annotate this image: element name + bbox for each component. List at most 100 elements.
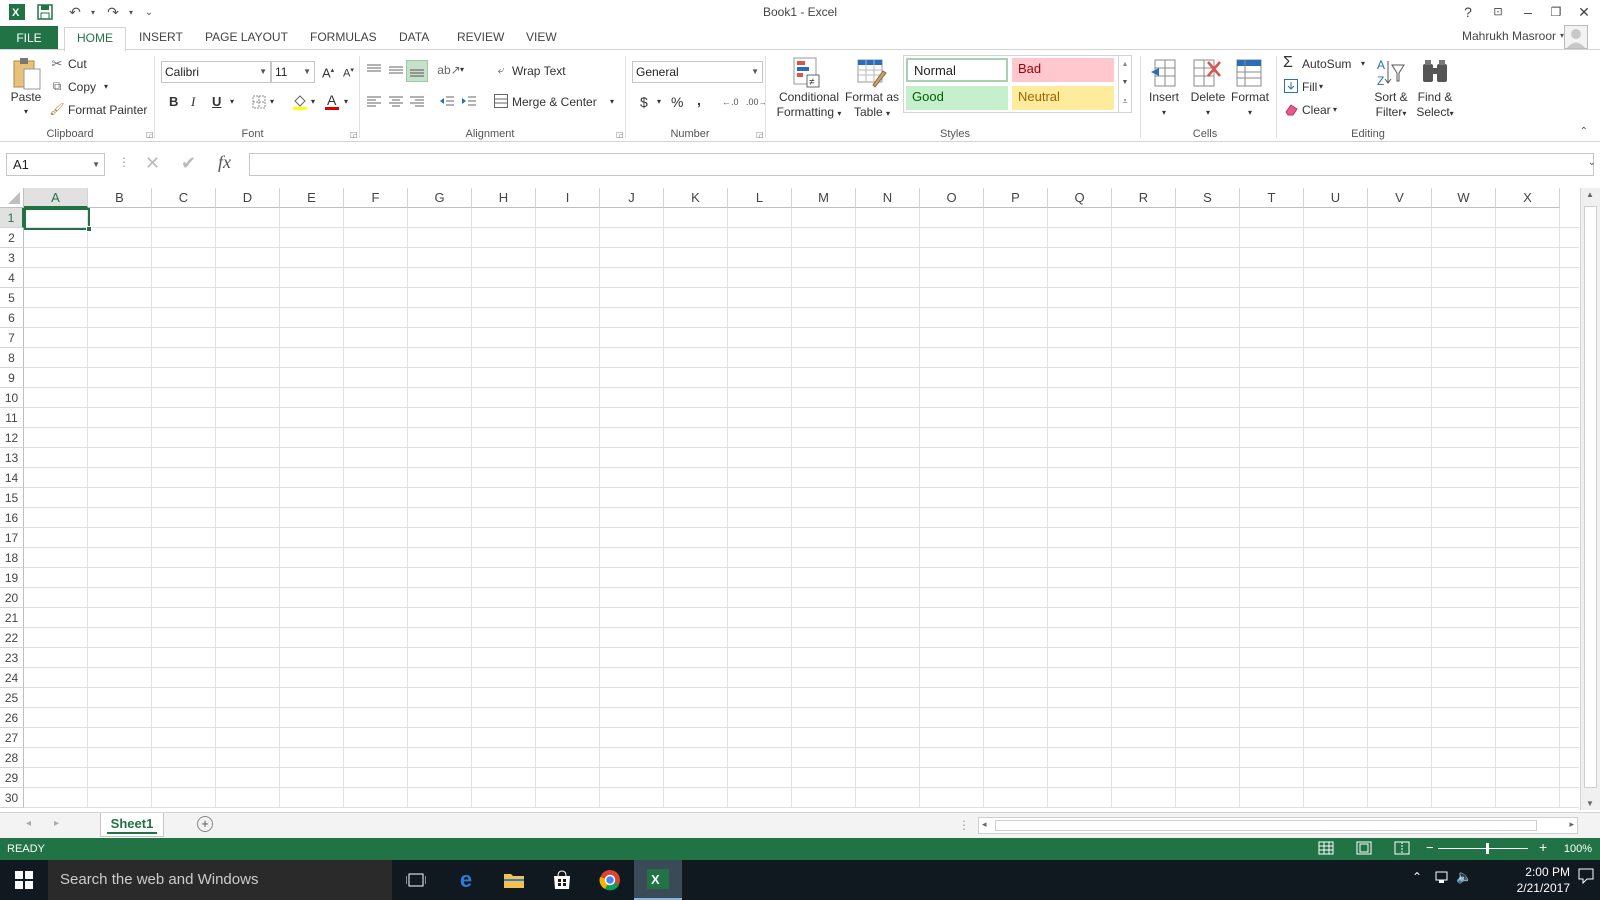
windows-start-icon[interactable] <box>0 860 48 900</box>
style-normal[interactable]: Normal <box>906 58 1008 82</box>
format-as-table-label-1[interactable]: Format as <box>842 90 902 105</box>
middle-align-icon[interactable] <box>387 62 405 78</box>
name-box[interactable]: A1 ▼ <box>6 153 105 176</box>
restore-button[interactable]: ❐ <box>1542 2 1570 22</box>
scroll-sheets-right-icon[interactable]: ▸ <box>54 818 59 829</box>
column-header[interactable]: L <box>728 188 792 208</box>
column-header[interactable]: T <box>1240 188 1304 208</box>
autosum-icon[interactable]: Σ <box>1283 53 1293 73</box>
ribbon-display-options-icon[interactable]: ⊡ <box>1484 2 1512 22</box>
increase-font-size-icon[interactable]: A▴ <box>322 61 334 81</box>
column-header[interactable]: I <box>536 188 600 208</box>
row-header[interactable]: 7 <box>0 328 24 348</box>
conditional-formatting-button[interactable]: Formatting ▾ <box>772 105 846 121</box>
row-header[interactable]: 18 <box>0 548 24 568</box>
row-header[interactable]: 17 <box>0 528 24 548</box>
orientation-dropdown-icon[interactable]: ▾ <box>460 60 464 80</box>
decrease-font-size-icon[interactable]: A▾ <box>343 61 354 81</box>
copy-button[interactable]: Copy <box>68 77 96 97</box>
scroll-down-icon[interactable]: ▼ <box>1586 799 1594 808</box>
paste-button[interactable]: Paste <box>8 90 44 105</box>
paste-dropdown-icon[interactable]: ▾ <box>8 104 44 119</box>
taskbar-clock[interactable]: 2:00 PM 2/21/2017 <box>1517 864 1570 896</box>
sort-filter-label-1[interactable]: Sort & <box>1368 90 1414 105</box>
align-left-icon[interactable] <box>366 94 382 108</box>
horizontal-scroll-thumb[interactable] <box>995 820 1537 831</box>
increase-decimal-icon[interactable]: ←.0 <box>722 92 739 112</box>
tab-formulas[interactable]: FORMULAS <box>304 27 383 50</box>
delete-cells-icon[interactable] <box>1192 56 1222 90</box>
scroll-left-icon[interactable]: ◂ <box>982 819 987 830</box>
borders-dropdown-icon[interactable]: ▾ <box>270 92 274 112</box>
chrome-icon[interactable] <box>586 860 634 900</box>
insert-function-icon[interactable]: fx <box>218 152 231 173</box>
number-launcher-icon[interactable]: ◲ <box>756 130 764 139</box>
column-header[interactable]: H <box>472 188 536 208</box>
column-header[interactable]: Q <box>1048 188 1112 208</box>
page-break-preview-icon[interactable] <box>1394 841 1410 858</box>
select-all-corner[interactable] <box>0 188 24 208</box>
help-button[interactable]: ? <box>1454 2 1482 22</box>
wrap-text-button[interactable]: Wrap Text <box>512 61 566 81</box>
volume-icon[interactable]: 🔈 <box>1456 869 1472 885</box>
fill-color-dropdown-icon[interactable]: ▾ <box>311 92 315 112</box>
row-header[interactable]: 28 <box>0 748 24 768</box>
row-header[interactable]: 8 <box>0 348 24 368</box>
borders-icon[interactable] <box>251 95 267 109</box>
file-explorer-icon[interactable] <box>490 860 538 900</box>
column-header[interactable]: S <box>1176 188 1240 208</box>
format-cells-button[interactable]: Format <box>1226 90 1274 105</box>
column-header[interactable]: G <box>408 188 472 208</box>
font-name-select[interactable]: Calibri ▼ <box>161 61 271 83</box>
row-header[interactable]: 20 <box>0 588 24 608</box>
scroll-up-icon[interactable]: ▲ <box>1586 190 1594 199</box>
new-sheet-icon[interactable]: + <box>197 816 213 832</box>
sort-filter-icon[interactable]: AZ <box>1376 56 1406 90</box>
underline-button[interactable]: U <box>212 92 221 112</box>
show-hidden-icons-icon[interactable]: ⌃ <box>1412 870 1422 884</box>
fill-handle[interactable] <box>86 226 92 232</box>
currency-dropdown-icon[interactable]: ▾ <box>657 92 661 112</box>
format-cells-icon[interactable] <box>1235 56 1265 90</box>
insert-dropdown-icon[interactable]: ▾ <box>1144 105 1184 120</box>
top-align-icon[interactable] <box>365 62 383 78</box>
format-painter-icon[interactable]: 🖌 <box>49 101 64 117</box>
vertical-scrollbar[interactable]: ▲ ▼ <box>1580 188 1600 810</box>
insert-cells-icon[interactable] <box>1150 56 1178 90</box>
format-painter-button[interactable]: Format Painter <box>68 100 147 120</box>
align-right-icon[interactable] <box>409 94 425 108</box>
normal-view-icon[interactable] <box>1318 841 1334 858</box>
row-header[interactable]: 5 <box>0 288 24 308</box>
bold-button[interactable]: B <box>169 92 178 112</box>
taskbar-search[interactable]: Search the web and Windows <box>48 860 392 900</box>
find-select-button[interactable]: Select▾ <box>1412 105 1458 121</box>
style-neutral[interactable]: Neutral <box>1012 86 1114 110</box>
column-header[interactable]: N <box>856 188 920 208</box>
tab-view[interactable]: VIEW <box>520 27 563 50</box>
column-header[interactable]: U <box>1304 188 1368 208</box>
delete-cells-button[interactable]: Delete <box>1186 90 1230 105</box>
format-as-table-icon[interactable] <box>857 56 887 90</box>
row-header[interactable]: 19 <box>0 568 24 588</box>
paste-icon[interactable] <box>8 56 44 92</box>
column-header[interactable]: W <box>1432 188 1496 208</box>
zoom-slider-thumb[interactable] <box>1486 843 1489 854</box>
action-center-icon[interactable] <box>1578 868 1594 887</box>
column-header[interactable]: K <box>664 188 728 208</box>
decrease-indent-icon[interactable] <box>439 94 455 108</box>
scroll-sheets-left-icon[interactable]: ◂ <box>26 818 31 829</box>
percent-button[interactable]: % <box>671 92 683 112</box>
zoom-out-icon[interactable]: − <box>1426 840 1434 855</box>
sheet-tab-sheet1[interactable]: Sheet1 <box>100 813 164 837</box>
scroll-right-icon[interactable]: ▸ <box>1569 819 1574 830</box>
merge-center-button[interactable]: Merge & Center <box>512 92 597 112</box>
currency-button[interactable]: $ <box>640 92 648 112</box>
column-header[interactable]: J <box>600 188 664 208</box>
conditional-formatting-icon[interactable]: ≠ <box>792 56 822 90</box>
scroll-up-icon[interactable]: ▲ <box>1119 56 1131 74</box>
format-as-table-button[interactable]: Table ▾ <box>842 105 902 121</box>
more-styles-icon[interactable]: ⩡ <box>1119 92 1131 110</box>
expand-formula-bar-icon[interactable]: ⌄ <box>1588 157 1596 168</box>
column-header[interactable]: B <box>88 188 152 208</box>
clear-dropdown-icon[interactable]: ▾ <box>1333 100 1337 120</box>
